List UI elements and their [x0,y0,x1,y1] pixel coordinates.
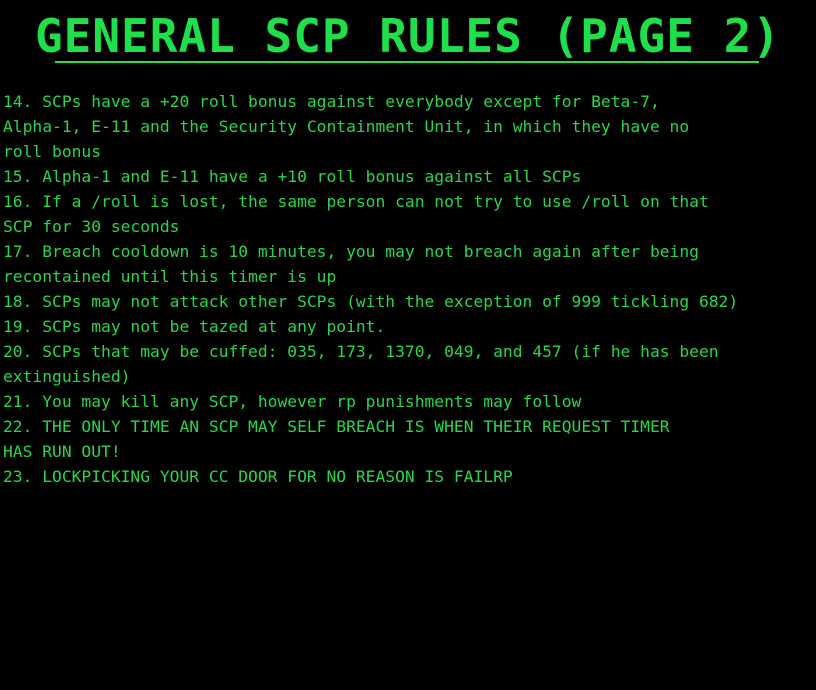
rule-line: 16. If a /roll is lost, the same person … [3,192,709,211]
rule-22: 22. THE ONLY TIME AN SCP MAY SELF BREACH… [3,414,813,464]
rule-line: roll bonus [3,142,102,161]
rule-line: 19. SCPs may not be tazed at any point. [3,317,386,336]
page-title: GENERAL SCP RULES (PAGE 2) [34,9,782,63]
rule-15: 15. Alpha-1 and E-11 have a +10 roll bon… [3,164,813,189]
rule-line: 21. You may kill any SCP, however rp pun… [3,392,582,411]
rule-14: 14. SCPs have a +20 roll bonus against e… [3,89,813,164]
rule-20: 20. SCPs that may be cuffed: 035, 173, 1… [3,339,813,389]
rule-line: 17. Breach cooldown is 10 minutes, you m… [3,242,699,261]
rule-line: 15. Alpha-1 and E-11 have a +10 roll bon… [3,167,582,186]
rule-line: 14. SCPs have a +20 roll bonus against e… [3,92,660,111]
rule-19: 19. SCPs may not be tazed at any point. [3,314,813,339]
rule-line: 20. SCPs that may be cuffed: 035, 173, 1… [3,342,719,361]
rule-16: 16. If a /roll is lost, the same person … [3,189,813,239]
rule-line: 22. THE ONLY TIME AN SCP MAY SELF BREACH… [3,417,670,436]
rule-line: 18. SCPs may not attack other SCPs (with… [3,292,739,311]
rules-list: 14. SCPs have a +20 roll bonus against e… [3,89,813,489]
rule-line: Alpha-1, E-11 and the Security Containme… [3,117,690,136]
rule-line: SCP for 30 seconds [3,217,180,236]
rule-line: extinguished) [3,367,131,386]
rule-18: 18. SCPs may not attack other SCPs (with… [3,289,813,314]
rule-line: HAS RUN OUT! [3,442,121,461]
rule-21: 21. You may kill any SCP, however rp pun… [3,389,813,414]
rule-23: 23. LOCKPICKING YOUR CC DOOR FOR NO REAS… [3,464,813,489]
rule-17: 17. Breach cooldown is 10 minutes, you m… [3,239,813,289]
rule-line: recontained until this timer is up [3,267,337,286]
title-underline [55,61,759,63]
rules-screen: GENERAL SCP RULES (PAGE 2) 14. SCPs have… [0,0,816,690]
rule-line: 23. LOCKPICKING YOUR CC DOOR FOR NO REAS… [3,467,513,486]
